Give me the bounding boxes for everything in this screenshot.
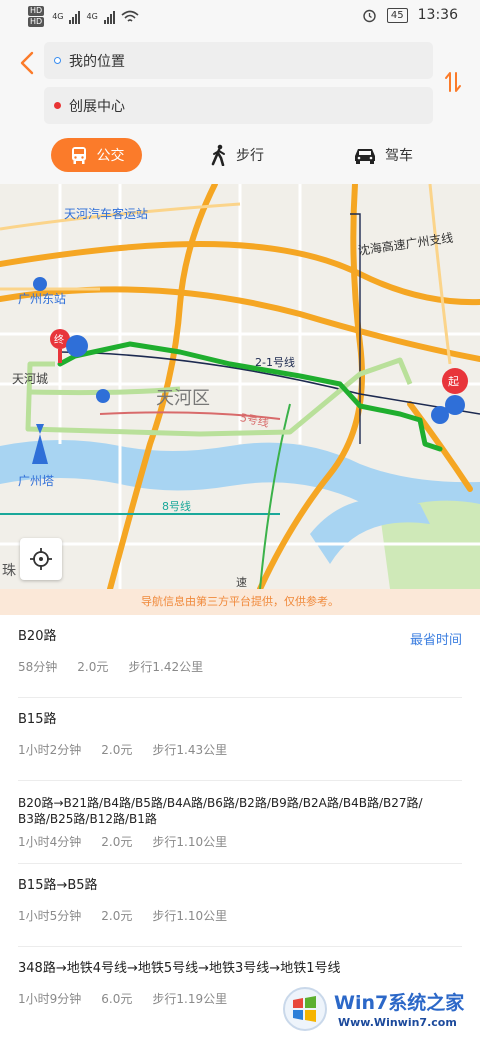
- tab-bus[interactable]: 公交: [51, 138, 142, 172]
- hd-badge: HD: [28, 17, 45, 27]
- locate-button[interactable]: [20, 538, 62, 580]
- route-price: 6.0元: [101, 992, 133, 1006]
- destination-text: 创展中心: [69, 98, 125, 115]
- route-item[interactable]: B15路 1小时2分钟 2.0元 步行1.43公里: [18, 698, 462, 781]
- hd-badges: HD HD: [28, 6, 45, 27]
- origin-text: 我的位置: [69, 53, 125, 70]
- route-header: 我的位置 创展中心 公交 步行 驾车: [0, 34, 480, 184]
- route-duration: 1小时4分钟: [18, 835, 82, 849]
- tab-car-label: 驾车: [385, 148, 413, 164]
- signal-icon: [69, 10, 81, 24]
- route-duration: 1小时9分钟: [18, 992, 82, 1006]
- route-duration: 58分钟: [18, 660, 58, 674]
- watermark: Win7系统之家 Www.Winwin7.com: [282, 986, 480, 1032]
- status-left: HD HD 4G 4G: [28, 6, 139, 27]
- route-item[interactable]: B15路→B5路 1小时5分钟 2.0元 步行1.10公里: [18, 864, 462, 947]
- train-station-icon: [33, 277, 47, 291]
- route-meta: 1小时9分钟 6.0元 步行1.19公里: [18, 990, 247, 1007]
- route-meta: 1小时4分钟 2.0元 步行1.10公里: [18, 833, 247, 850]
- map-label-line8: 8号线: [162, 500, 191, 513]
- wifi-icon: [121, 10, 139, 22]
- route-price: 2.0元: [101, 909, 133, 923]
- route-item[interactable]: B20路 最省时间 58分钟 2.0元 步行1.42公里: [18, 615, 462, 698]
- bus-icon: [71, 147, 86, 164]
- route-meta: 1小时2分钟 2.0元 步行1.43公里: [18, 741, 247, 758]
- status-bar: HD HD 4G 4G 45 13:36: [0, 0, 480, 34]
- map-label-line2-1: 2-1号线: [255, 356, 295, 369]
- tab-walk-label: 步行: [236, 148, 264, 164]
- route-title: B15路→B5路: [18, 878, 98, 893]
- origin-dot-icon: [54, 57, 61, 64]
- map-label-bus-station: 天河汽车客运站: [64, 207, 149, 221]
- route-walk: 步行1.10公里: [152, 909, 228, 923]
- route-price: 2.0元: [77, 660, 109, 674]
- walk-icon: [211, 144, 225, 166]
- end-marker-label: 终: [54, 335, 64, 346]
- map-label-tianhe-district: 天河区: [156, 388, 210, 409]
- destination-field[interactable]: 创展中心: [44, 87, 433, 124]
- crosshair-icon: [30, 548, 52, 570]
- windows-logo-icon: [283, 987, 327, 1031]
- hd-badge: HD: [28, 6, 45, 16]
- back-arrow-icon[interactable]: [16, 50, 40, 76]
- map-label-east-station: 广州东站: [18, 292, 67, 306]
- clock: 13:36: [417, 7, 458, 23]
- route-walk: 步行1.43公里: [152, 743, 228, 757]
- signal-icon: [103, 10, 115, 24]
- route-meta: 1小时5分钟 2.0元 步行1.10公里: [18, 907, 247, 924]
- route-walk: 步行1.42公里: [128, 660, 204, 674]
- route-duration: 1小时2分钟: [18, 743, 82, 757]
- map-label-road: 速: [236, 576, 247, 589]
- route-duration: 1小时5分钟: [18, 909, 82, 923]
- route-title-continued: B3路/B25路/B12路/B1路: [18, 812, 157, 826]
- map-label-tianhe-city: 天河城: [12, 372, 49, 386]
- route-meta: 58分钟 2.0元 步行1.42公里: [18, 658, 223, 675]
- route-title: B20路: [18, 629, 57, 644]
- map-label-canton-tower: 广州塔: [18, 474, 55, 488]
- route-price: 2.0元: [101, 743, 133, 757]
- disclaimer-notice: 导航信息由第三方平台提供，仅供参考。: [0, 589, 480, 615]
- route-walk: 步行1.10公里: [152, 835, 228, 849]
- tab-car[interactable]: 驾车: [353, 138, 413, 172]
- destination-dot-icon: [54, 102, 61, 109]
- fastest-badge: 最省时间: [409, 633, 462, 648]
- watermark-url: Www.Winwin7.com: [338, 1016, 457, 1029]
- bus-station-icon: [96, 389, 110, 403]
- route-title: 348路→地铁4号线→地铁5号线→地铁3号线→地铁1号线: [18, 961, 341, 976]
- route-item[interactable]: B20路→B21路/B4路/B5路/B4A路/B6路/B2路/B9路/B2A路/…: [18, 781, 462, 864]
- swap-icon[interactable]: [444, 70, 462, 94]
- network-type: 4G: [52, 12, 64, 21]
- origin-field[interactable]: 我的位置: [44, 42, 433, 79]
- route-title: B15路: [18, 712, 57, 727]
- route-walk: 步行1.19公里: [152, 992, 228, 1006]
- alarm-icon: [363, 9, 376, 22]
- tab-bus-label: 公交: [96, 148, 125, 164]
- start-marker-label: 起: [448, 375, 459, 388]
- network-type: 4G: [86, 12, 98, 21]
- map-label-pearl: 珠: [2, 563, 16, 579]
- route-price: 2.0元: [101, 835, 133, 849]
- car-icon: [355, 149, 375, 164]
- route-map[interactable]: 天河汽车客运站 沈海高速广州支线 广州东站 2-1号线 天河区 天河城 5号线 …: [0, 184, 480, 589]
- status-right: 45 13:36: [362, 7, 458, 23]
- tab-walk[interactable]: 步行: [210, 138, 264, 172]
- watermark-text: Win7系统之家: [334, 992, 465, 1014]
- battery-icon: 45: [386, 7, 408, 23]
- transport-mode-tabs: 公交 步行 驾车: [0, 138, 480, 178]
